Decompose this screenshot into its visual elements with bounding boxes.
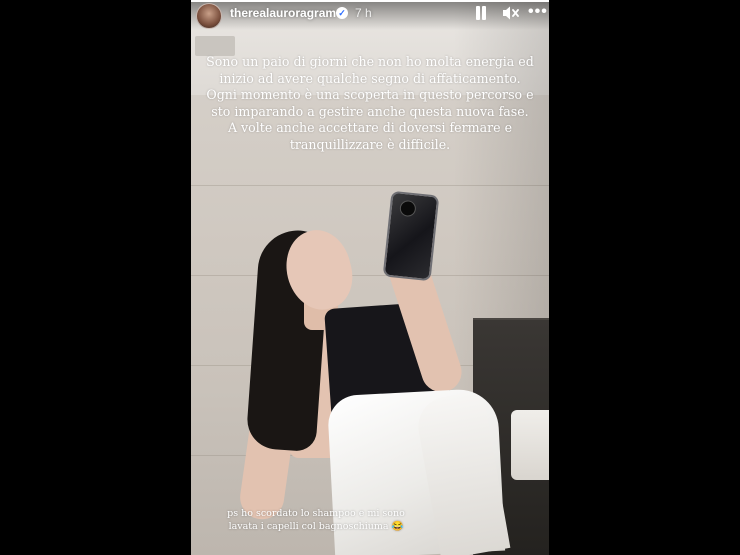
avatar[interactable] <box>196 3 222 29</box>
pause-icon[interactable] <box>474 6 488 20</box>
post-time: 7 h <box>355 6 372 20</box>
verified-badge-icon: ✓ <box>336 7 348 19</box>
story-progress-fill <box>191 0 549 2</box>
phone <box>382 190 440 282</box>
phone-camera <box>399 199 417 218</box>
username[interactable]: therealauroragram <box>230 6 336 20</box>
story-caption: Sono un paio di giorni che non ho molta … <box>206 54 534 152</box>
story-caption-ps: ps ho scordato lo shampoo e mi sono lava… <box>227 508 405 532</box>
volume-muted-icon[interactable] <box>501 5 519 21</box>
letterbox-right <box>549 0 740 555</box>
ceiling-vent <box>195 36 235 56</box>
cabinet-towel <box>511 410 549 480</box>
more-options-icon[interactable]: ••• <box>528 4 548 20</box>
story-progress-bar <box>191 0 549 2</box>
letterbox-left <box>0 0 191 555</box>
